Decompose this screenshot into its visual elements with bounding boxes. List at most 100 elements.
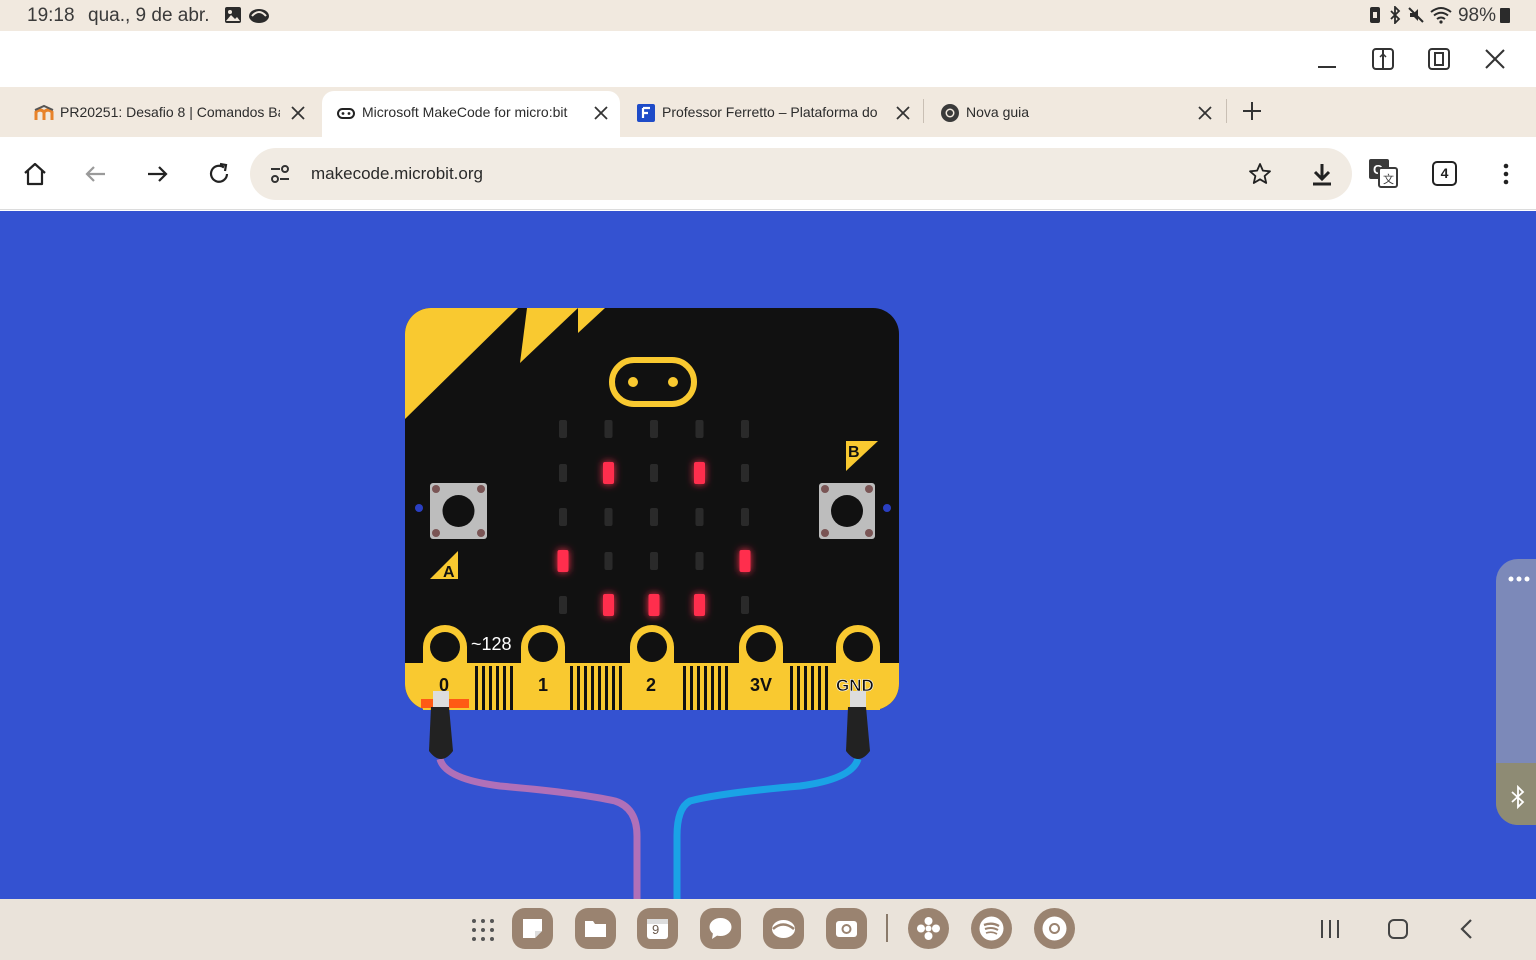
messages-icon bbox=[709, 918, 732, 939]
camera-app[interactable] bbox=[826, 908, 867, 949]
wifi-icon bbox=[1430, 7, 1452, 24]
close-tab-icon[interactable] bbox=[288, 103, 308, 123]
led-on bbox=[694, 594, 705, 616]
led-off bbox=[650, 552, 658, 570]
taskbar: 9 bbox=[0, 899, 1536, 960]
back-icon[interactable] bbox=[81, 159, 111, 189]
minimize-icon[interactable] bbox=[1313, 45, 1341, 73]
led-on bbox=[603, 462, 614, 484]
tab-ferretto[interactable]: Professor Ferretto – Plataforma do bbox=[622, 91, 922, 137]
tab-count-button[interactable]: 4 bbox=[1432, 161, 1457, 186]
wire-gnd bbox=[673, 757, 862, 899]
tab-title: Nova guia bbox=[966, 104, 1030, 120]
notes-icon bbox=[523, 919, 542, 938]
tab-makecode[interactable]: Microsoft MakeCode for micro:bit bbox=[322, 91, 620, 137]
home-nav-icon[interactable] bbox=[1384, 915, 1412, 943]
mute-icon bbox=[1408, 7, 1424, 23]
status-bar: 19:18 qua., 9 de abr. 98% bbox=[0, 0, 1536, 31]
led-off bbox=[650, 508, 658, 526]
translate-icon[interactable]: G文 bbox=[1367, 157, 1399, 189]
moodle-icon bbox=[34, 104, 54, 120]
calendar-app[interactable]: 9 bbox=[637, 908, 678, 949]
edge-panel-handle[interactable] bbox=[1496, 559, 1536, 825]
home-icon[interactable] bbox=[20, 159, 50, 189]
chrome-icon bbox=[1042, 916, 1067, 941]
tab-title: Microsoft MakeCode for micro:bit bbox=[362, 104, 568, 120]
wire-pin0 bbox=[436, 757, 641, 899]
microbit-board: A B 0 1 2 3V GND ~128 bbox=[405, 308, 899, 710]
url-text: makecode.microbit.org bbox=[311, 164, 483, 183]
button-a-label: A bbox=[443, 564, 455, 581]
reload-icon[interactable] bbox=[204, 159, 234, 189]
pin-1-label: 1 bbox=[538, 675, 548, 695]
recent-apps-icon[interactable] bbox=[1316, 915, 1344, 943]
apps-grid-icon[interactable] bbox=[470, 917, 496, 943]
bluetooth-panel[interactable] bbox=[1496, 763, 1536, 825]
cloud-icon bbox=[249, 9, 269, 23]
led-off bbox=[695, 552, 704, 570]
files-icon bbox=[585, 921, 606, 937]
pin-3v-label: 3V bbox=[750, 675, 772, 695]
maximize-icon[interactable] bbox=[1425, 45, 1453, 73]
tab-separator bbox=[923, 99, 924, 123]
files-app[interactable] bbox=[575, 908, 616, 949]
led-on bbox=[648, 594, 660, 616]
pin-2[interactable]: 2 bbox=[630, 625, 674, 710]
makecode-icon bbox=[337, 108, 355, 119]
led-off bbox=[559, 596, 567, 614]
led-off bbox=[695, 508, 704, 526]
led-on bbox=[603, 594, 614, 616]
close-tab-icon[interactable] bbox=[591, 103, 611, 123]
close-tab-icon[interactable] bbox=[1195, 103, 1215, 123]
spotify-app[interactable] bbox=[971, 908, 1012, 949]
ferretto-icon bbox=[637, 104, 655, 122]
camera-icon bbox=[836, 921, 857, 937]
tab-title: PR20251: Desafio 8 | Comandos Bá bbox=[60, 104, 280, 120]
notes-app[interactable] bbox=[512, 908, 553, 949]
led-off bbox=[650, 420, 658, 438]
calendar-day: 9 bbox=[652, 922, 660, 937]
chrome-app[interactable] bbox=[1034, 908, 1075, 949]
gallery-app[interactable] bbox=[763, 908, 804, 949]
dock-divider bbox=[886, 914, 888, 942]
microbit-simulator: A B 0 1 2 3V GND ~128 bbox=[405, 308, 899, 899]
more-dots-icon bbox=[1508, 576, 1530, 582]
pin-1[interactable]: 1 bbox=[521, 625, 565, 710]
tab-new[interactable]: Nova guia bbox=[926, 91, 1226, 137]
download-icon[interactable] bbox=[1309, 161, 1335, 187]
pin-value-label: ~128 bbox=[471, 634, 512, 654]
button-b[interactable] bbox=[819, 483, 875, 539]
messages-app[interactable] bbox=[700, 908, 741, 949]
led-off bbox=[741, 464, 749, 482]
bixby-app[interactable] bbox=[908, 908, 949, 949]
led-off bbox=[695, 420, 704, 438]
bluetooth-icon bbox=[1390, 6, 1401, 24]
tab-moodle[interactable]: PR20251: Desafio 8 | Comandos Bá bbox=[20, 91, 320, 137]
address-bar[interactable]: makecode.microbit.org bbox=[250, 148, 1352, 200]
close-window-icon[interactable] bbox=[1481, 45, 1509, 73]
crocodile-clip-pin0[interactable] bbox=[421, 691, 469, 759]
led-off bbox=[741, 420, 749, 438]
pin-3v[interactable]: 3V bbox=[739, 625, 783, 710]
split-screen-icon[interactable] bbox=[1369, 45, 1397, 73]
site-settings-icon[interactable] bbox=[268, 162, 292, 186]
led-off bbox=[650, 464, 658, 482]
button-a[interactable] bbox=[430, 483, 487, 539]
tab-separator bbox=[1226, 99, 1227, 123]
led-off bbox=[559, 464, 567, 482]
led-off bbox=[559, 508, 567, 526]
led-off bbox=[604, 508, 613, 526]
bookmark-star-icon[interactable] bbox=[1248, 162, 1272, 186]
close-tab-icon[interactable] bbox=[893, 103, 913, 123]
chrome-icon bbox=[941, 104, 959, 122]
forward-icon[interactable] bbox=[142, 159, 172, 189]
device-icon bbox=[1370, 7, 1380, 23]
tab-title: Professor Ferretto – Plataforma do bbox=[662, 104, 878, 120]
more-menu-icon[interactable] bbox=[1491, 159, 1521, 189]
new-tab-icon[interactable] bbox=[1238, 97, 1266, 125]
button-b-label: B bbox=[848, 444, 860, 461]
back-nav-icon[interactable] bbox=[1453, 915, 1481, 943]
bixby-icon bbox=[917, 917, 940, 940]
led-off bbox=[604, 420, 613, 438]
battery-icon bbox=[1500, 8, 1510, 23]
